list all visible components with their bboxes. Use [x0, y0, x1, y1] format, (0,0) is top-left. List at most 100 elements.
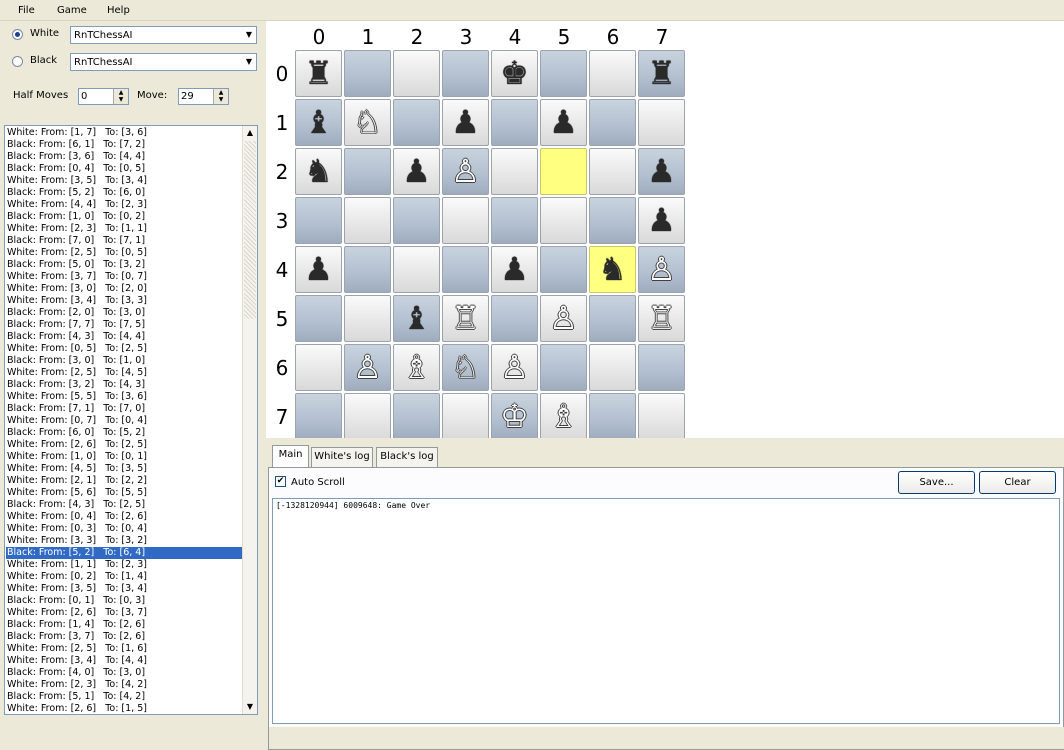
board-square[interactable] [589, 148, 636, 195]
board-square[interactable] [393, 50, 440, 97]
board-square[interactable]: ♘ [442, 344, 489, 391]
black-radio[interactable] [12, 56, 23, 67]
board-square[interactable] [589, 344, 636, 391]
board-square[interactable] [491, 295, 538, 342]
move-list-item[interactable]: Black: From: [7, 1] To: [7, 0] [6, 403, 242, 415]
board-square[interactable]: ♟ [540, 99, 587, 146]
move-list-item[interactable]: White: From: [0, 7] To: [0, 4] [6, 415, 242, 427]
move-list-item[interactable]: White: From: [0, 2] To: [1, 4] [6, 571, 242, 583]
board-square[interactable]: ♙ [442, 148, 489, 195]
board-square[interactable] [491, 99, 538, 146]
black-engine-select[interactable]: RnTChessAI ▼ [70, 53, 257, 71]
move-list-item[interactable]: White: From: [1, 7] To: [3, 6] [6, 127, 242, 139]
chess-piece[interactable]: ♘ [443, 345, 488, 390]
board-square[interactable] [295, 295, 342, 342]
move-list-item[interactable]: White: From: [3, 7] To: [0, 7] [6, 271, 242, 283]
board-square[interactable] [344, 295, 391, 342]
move-list-item[interactable]: Black: From: [3, 0] To: [1, 0] [6, 355, 242, 367]
board-square[interactable] [589, 197, 636, 244]
move-list-item[interactable]: White: From: [2, 6] To: [3, 7] [6, 607, 242, 619]
chess-piece[interactable]: ♜ [296, 51, 341, 96]
board-square[interactable]: ♚ [491, 50, 538, 97]
chess-piece[interactable]: ♟ [443, 100, 488, 145]
move-list-item[interactable]: White: From: [2, 5] To: [4, 5] [6, 367, 242, 379]
board-square[interactable]: ♖ [442, 295, 489, 342]
board-square[interactable] [393, 197, 440, 244]
move-list-item[interactable]: Black: From: [4, 3] To: [4, 4] [6, 331, 242, 343]
save-button[interactable]: Save... [898, 471, 975, 494]
board-square[interactable]: ♟ [442, 99, 489, 146]
move-list-item[interactable]: Black: From: [5, 2] To: [6, 0] [6, 187, 242, 199]
board-square[interactable] [393, 393, 440, 440]
move-spinner[interactable]: 29 ▲ ▼ [178, 88, 229, 105]
board-square[interactable]: ♗ [540, 393, 587, 440]
board-square[interactable]: ♟ [393, 148, 440, 195]
scroll-up-icon[interactable]: ▲ [243, 126, 257, 140]
board-square[interactable]: ♝ [295, 99, 342, 146]
board-square[interactable] [491, 197, 538, 244]
board-square[interactable] [344, 148, 391, 195]
chess-piece[interactable]: ♔ [492, 394, 537, 439]
board-square[interactable]: ♟ [638, 148, 685, 195]
spinner-arrows-icon[interactable]: ▲ ▼ [213, 89, 228, 104]
move-list-item[interactable]: White: From: [2, 6] To: [2, 5] [6, 439, 242, 451]
board-square[interactable]: ♟ [491, 246, 538, 293]
board-square[interactable] [344, 50, 391, 97]
move-list-item[interactable]: White: From: [3, 4] To: [3, 3] [6, 295, 242, 307]
chess-piece[interactable]: ♙ [541, 296, 586, 341]
chess-piece[interactable]: ♙ [639, 247, 684, 292]
move-list-item[interactable]: White: From: [0, 5] To: [2, 5] [6, 343, 242, 355]
board-square[interactable] [589, 295, 636, 342]
chess-piece[interactable]: ♖ [443, 296, 488, 341]
board-square[interactable] [540, 344, 587, 391]
move-list-item[interactable]: Black: From: [1, 4] To: [2, 6] [6, 619, 242, 631]
board-square[interactable] [589, 50, 636, 97]
board-square[interactable] [540, 246, 587, 293]
board-square[interactable]: ♘ [344, 99, 391, 146]
menu-file[interactable]: File [18, 5, 35, 16]
board-square[interactable]: ♔ [491, 393, 538, 440]
chess-piece[interactable]: ♙ [443, 149, 488, 194]
board-square[interactable] [295, 393, 342, 440]
white-radio[interactable] [12, 29, 23, 40]
move-list-item[interactable]: Black: From: [5, 0] To: [3, 2] [6, 259, 242, 271]
move-list-item[interactable]: White: From: [5, 6] To: [5, 5] [6, 487, 242, 499]
chess-piece[interactable]: ♟ [541, 100, 586, 145]
move-list-item[interactable]: White: From: [4, 4] To: [2, 3] [6, 199, 242, 211]
menu-help[interactable]: Help [107, 5, 130, 16]
board-square[interactable]: ♗ [393, 344, 440, 391]
move-list-scrollbar[interactable]: ▲ ▼ [242, 126, 257, 714]
move-list-item[interactable]: Black: From: [6, 0] To: [5, 2] [6, 427, 242, 439]
move-list-item[interactable]: Black: From: [0, 4] To: [0, 5] [6, 163, 242, 175]
move-list-item[interactable]: White: From: [3, 0] To: [2, 0] [6, 283, 242, 295]
board-square[interactable] [442, 50, 489, 97]
move-list-item[interactable]: White: From: [0, 4] To: [2, 6] [6, 511, 242, 523]
board-square[interactable] [344, 197, 391, 244]
move-list-item[interactable]: Black: From: [5, 1] To: [4, 2] [6, 691, 242, 703]
move-list-item[interactable]: White: From: [2, 5] To: [0, 5] [6, 247, 242, 259]
move-list-item[interactable]: White: From: [3, 5] To: [3, 4] [6, 583, 242, 595]
tab-whites-log[interactable]: White's log [311, 447, 373, 467]
chess-piece[interactable]: ♘ [345, 100, 390, 145]
clear-button[interactable]: Clear [979, 471, 1056, 494]
move-list-item[interactable]: White: From: [4, 5] To: [3, 5] [6, 463, 242, 475]
log-output[interactable]: [-1328120944] 6009648: Game Over [272, 498, 1060, 724]
move-list-item[interactable]: Black: From: [5, 2] To: [6, 4] [6, 547, 242, 559]
board-square[interactable] [589, 393, 636, 440]
move-list-item[interactable]: White: From: [0, 3] To: [0, 4] [6, 523, 242, 535]
board-square[interactable] [393, 246, 440, 293]
chess-piece[interactable]: ♙ [345, 345, 390, 390]
board-square[interactable]: ♖ [638, 295, 685, 342]
move-list-item[interactable]: White: From: [2, 3] To: [1, 1] [6, 223, 242, 235]
board-square[interactable] [442, 393, 489, 440]
chess-piece[interactable]: ♗ [541, 394, 586, 439]
board-square[interactable] [540, 50, 587, 97]
move-list-item[interactable]: White: From: [2, 1] To: [2, 2] [6, 475, 242, 487]
board-square[interactable]: ♜ [638, 50, 685, 97]
board-square[interactable]: ♙ [638, 246, 685, 293]
board-square[interactable]: ♙ [491, 344, 538, 391]
chess-piece[interactable]: ♞ [590, 247, 635, 292]
board-square[interactable] [393, 99, 440, 146]
chess-piece[interactable]: ♝ [296, 100, 341, 145]
tab-main[interactable]: Main [272, 445, 309, 468]
